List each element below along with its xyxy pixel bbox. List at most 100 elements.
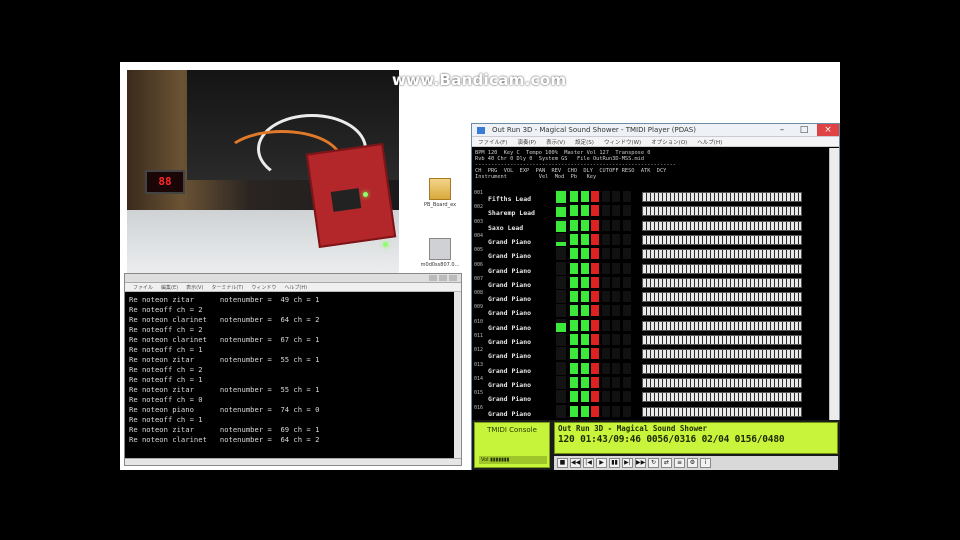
list-button[interactable]: ≡ (674, 458, 685, 468)
track-row[interactable]: 004 Grand Piano (472, 232, 830, 247)
track-row[interactable]: 003 Saxo Lead (472, 218, 830, 233)
param-bar (570, 191, 578, 202)
param-bar (622, 319, 631, 331)
shuffle-button[interactable]: ⇄ (661, 458, 672, 468)
track-instrument: Sharemp Lead (488, 209, 535, 218)
player-menu-item[interactable]: オプション(O) (651, 138, 687, 146)
track-number: 001 (474, 190, 484, 196)
console-menu-item[interactable]: 編集(E) (161, 284, 178, 291)
stop-button[interactable]: ■ (557, 458, 568, 468)
player-menu-item[interactable]: ヘルプ(H) (697, 138, 722, 146)
console-titlebar[interactable] (125, 274, 461, 283)
track-row[interactable]: 005 Grand Piano (472, 247, 830, 261)
close-icon[interactable] (449, 275, 457, 281)
player-menu-item[interactable]: 演奏(P) (517, 138, 536, 146)
console-menu-item[interactable]: ウィンドウ (251, 284, 276, 291)
param-bar (580, 362, 589, 374)
track-keyboard (642, 392, 802, 403)
track-keyboard (642, 406, 802, 417)
track-row[interactable]: 008 Grand Piano (472, 290, 830, 304)
console-menu-item[interactable]: 表示(V) (186, 284, 203, 291)
minimize-icon[interactable] (429, 275, 437, 281)
console-menu-item[interactable]: ターミナル(T) (211, 284, 243, 291)
track-row[interactable]: 012 Grand Piano (472, 347, 830, 361)
console-menu-item[interactable]: ヘルプ(H) (284, 284, 307, 291)
next-button[interactable]: ▶| (622, 458, 633, 468)
player-menu-item[interactable]: ウィンドウ(W) (604, 138, 641, 146)
player-vscroll[interactable] (829, 148, 839, 420)
param-bar (580, 248, 589, 260)
track-keyboard (642, 277, 802, 288)
player-menu-item[interactable]: 表示(V) (546, 138, 565, 146)
player-menu-item[interactable]: 設定(S) (575, 138, 594, 146)
track-keyboard (642, 335, 802, 345)
track-level-meter (556, 190, 566, 203)
track-row[interactable]: 014 Grand Piano (472, 375, 830, 390)
camera-feed: 88 (127, 70, 399, 275)
track-row[interactable]: 006 Grand Piano (472, 261, 830, 276)
console-vscroll[interactable] (454, 292, 461, 458)
param-bar (601, 376, 610, 388)
volume-meter[interactable]: Vol ▮▮▮▮▮▮▮ (479, 456, 547, 464)
maximize-button[interactable]: □ (793, 124, 815, 136)
repeat-button[interactable]: ↻ (648, 458, 659, 468)
track-number: 006 (474, 261, 484, 268)
player-title: Out Run 3D - Magical Sound Shower - TMID… (492, 126, 696, 134)
track-param-bars (570, 276, 635, 288)
track-level-meter (556, 232, 566, 246)
param-bar (591, 262, 599, 274)
param-bar (622, 262, 631, 274)
track-row[interactable]: 016 Grand Piano (472, 404, 830, 419)
track-number: 014 (474, 375, 484, 382)
track-instrument: Grand Piano (488, 409, 532, 418)
desktop-icon-folder[interactable]: PB_Board_ex (416, 178, 464, 208)
param-bar (622, 205, 631, 217)
maximize-icon[interactable] (439, 275, 447, 281)
minimize-button[interactable]: – (771, 124, 793, 136)
rewind-button[interactable]: ◀◀ (570, 458, 581, 468)
param-bar (570, 362, 578, 374)
player-menu-item[interactable]: ファイル(F) (478, 138, 507, 146)
track-row[interactable]: 015 Grand Piano (472, 390, 830, 404)
console-line: Re noteon piano notenumber = 74 ch = 0 (129, 405, 320, 414)
settings-button[interactable]: ⚙ (687, 458, 698, 468)
prev-button[interactable]: |◀ (583, 458, 594, 468)
track-row[interactable]: 013 Grand Piano (472, 361, 830, 376)
track-level-meter (556, 390, 566, 404)
track-instrument: Saxo Lead (488, 223, 524, 232)
param-bar (622, 219, 631, 231)
track-level-meter (556, 333, 566, 346)
measure-value: 0056/0316 (646, 434, 697, 445)
console-menu-item[interactable]: ファイル (133, 284, 153, 291)
param-bar (591, 405, 599, 417)
track-keyboard (642, 320, 802, 331)
track-instrument: Grand Piano (488, 352, 532, 361)
forward-button[interactable]: ▶▶ (635, 458, 646, 468)
track-row[interactable]: 002 Sharemp Lead (472, 204, 830, 218)
track-row[interactable]: 001 Fifths Lead (472, 190, 830, 204)
desktop-icon-file[interactable]: m0d0ss807.0... (416, 238, 464, 268)
param-bar (612, 219, 620, 231)
param-bar (580, 376, 589, 388)
console-hscroll[interactable] (125, 458, 461, 465)
lcd-display: Out Run 3D - Magical Sound Shower 120 01… (554, 422, 838, 454)
play-button[interactable]: ▶ (596, 458, 607, 468)
param-bar (601, 319, 610, 331)
param-bar (580, 233, 589, 245)
track-row[interactable]: 010 Grand Piano (472, 318, 830, 333)
pause-button[interactable]: ▮▮ (609, 458, 620, 468)
track-row[interactable]: 009 Grand Piano (472, 304, 830, 318)
player-titlebar[interactable]: Out Run 3D - Magical Sound Shower - TMID… (472, 124, 839, 137)
info-button[interactable]: i (700, 458, 711, 468)
param-bar (622, 233, 631, 245)
track-number: 016 (474, 404, 484, 411)
track-list: 001 Fifths Lead 002 Sharemp Lead 003 Saxo Lea… (472, 190, 830, 420)
param-bar (601, 191, 610, 202)
param-bar (601, 248, 610, 260)
track-param-bars (570, 191, 635, 202)
track-instrument: Grand Piano (488, 237, 532, 246)
track-row[interactable]: 011 Grand Piano (472, 333, 830, 347)
close-button[interactable]: × (817, 124, 839, 136)
track-keyboard (642, 349, 802, 360)
track-row[interactable]: 007 Grand Piano (472, 275, 830, 290)
